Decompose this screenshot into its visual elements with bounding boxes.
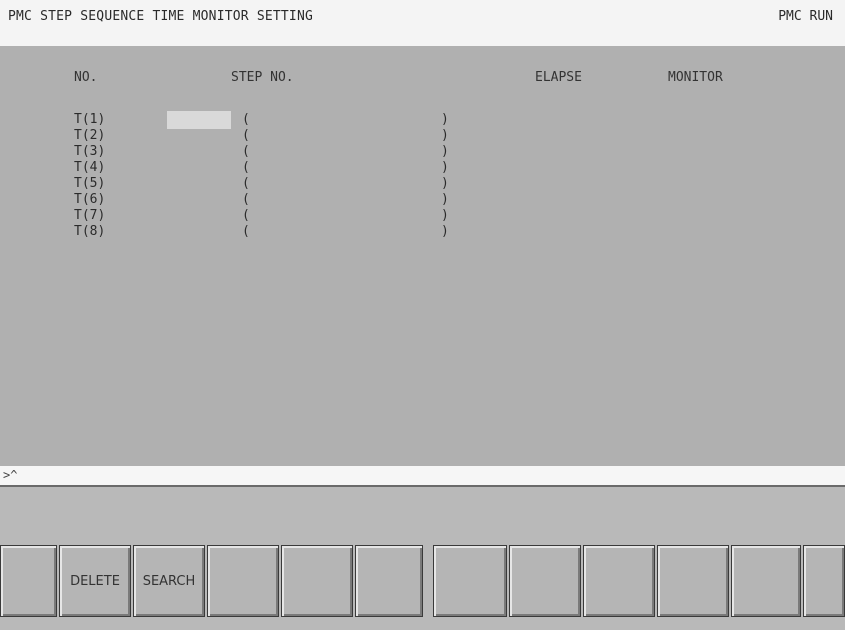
timer-label: T(6) bbox=[74, 192, 106, 207]
softkey-3[interactable] bbox=[207, 545, 279, 617]
monitor-setting-panel: NO. STEP NO. ELAPSE MONITOR T(1) ( ) T(2… bbox=[0, 46, 845, 466]
softkey-5[interactable] bbox=[355, 545, 423, 617]
timer-label: T(3) bbox=[74, 144, 106, 159]
screen-title: PMC STEP SEQUENCE TIME MONITOR SETTING bbox=[8, 9, 314, 24]
softkey-next[interactable] bbox=[803, 545, 845, 617]
step-close-paren: ) bbox=[441, 160, 449, 175]
softkey-delete[interactable]: DELETE bbox=[59, 545, 131, 617]
softkey-7[interactable] bbox=[509, 545, 581, 617]
step-open-paren: ( bbox=[242, 144, 250, 159]
softkey-9[interactable] bbox=[657, 545, 729, 617]
step-open-paren: ( bbox=[242, 112, 250, 127]
input-cursor[interactable] bbox=[167, 111, 231, 129]
timer-label: T(4) bbox=[74, 160, 106, 175]
timer-row[interactable]: T(1) ( ) bbox=[0, 111, 845, 129]
timer-row[interactable]: T(5) ( ) bbox=[0, 176, 845, 192]
timer-row[interactable]: T(2) ( ) bbox=[0, 128, 845, 144]
step-close-paren: ) bbox=[441, 144, 449, 159]
column-header-step-no: STEP NO. bbox=[231, 70, 294, 85]
step-close-paren: ) bbox=[441, 176, 449, 191]
timer-row[interactable]: T(4) ( ) bbox=[0, 160, 845, 176]
step-open-paren: ( bbox=[242, 224, 250, 239]
step-open-paren: ( bbox=[242, 176, 250, 191]
step-close-paren: ) bbox=[441, 208, 449, 223]
pmc-status: PMC RUN bbox=[778, 9, 833, 24]
softkey-10[interactable] bbox=[731, 545, 801, 617]
timer-row[interactable]: T(8) ( ) bbox=[0, 224, 845, 240]
step-close-paren: ) bbox=[441, 128, 449, 143]
softkey-6[interactable] bbox=[433, 545, 507, 617]
column-header-no: NO. bbox=[74, 70, 98, 85]
timer-label: T(8) bbox=[74, 224, 106, 239]
step-open-paren: ( bbox=[242, 128, 250, 143]
step-close-paren: ) bbox=[441, 112, 449, 127]
step-open-paren: ( bbox=[242, 208, 250, 223]
timer-row[interactable]: T(6) ( ) bbox=[0, 192, 845, 208]
input-prompt: >^ bbox=[3, 468, 18, 482]
step-open-paren: ( bbox=[242, 192, 250, 207]
softkey-8[interactable] bbox=[583, 545, 655, 617]
softkey-4[interactable] bbox=[281, 545, 353, 617]
softkey-search[interactable]: SEARCH bbox=[133, 545, 205, 617]
column-header-elapse: ELAPSE bbox=[535, 70, 582, 85]
step-close-paren: ) bbox=[441, 224, 449, 239]
timer-row[interactable]: T(3) ( ) bbox=[0, 144, 845, 160]
step-close-paren: ) bbox=[441, 192, 449, 207]
timer-label: T(2) bbox=[74, 128, 106, 143]
timer-label: T(7) bbox=[74, 208, 106, 223]
timer-row[interactable]: T(7) ( ) bbox=[0, 208, 845, 224]
column-header-monitor: MONITOR bbox=[668, 70, 723, 85]
step-open-paren: ( bbox=[242, 160, 250, 175]
timer-label: T(5) bbox=[74, 176, 106, 191]
key-input-line[interactable]: >^ bbox=[0, 466, 845, 486]
timer-label: T(1) bbox=[74, 112, 106, 127]
title-bar: PMC STEP SEQUENCE TIME MONITOR SETTING P… bbox=[0, 0, 845, 46]
softkey-bar: DELETE SEARCH bbox=[0, 487, 845, 630]
softkey-return[interactable] bbox=[0, 545, 57, 617]
